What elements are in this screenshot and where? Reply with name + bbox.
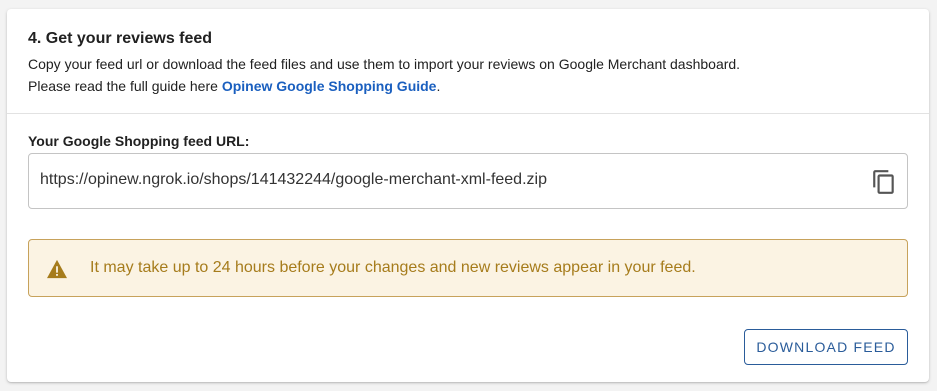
feed-url-label: Your Google Shopping feed URL: — [28, 133, 250, 149]
guide-suffix: . — [436, 78, 441, 94]
section-description: Copy your feed url or download the feed … — [28, 56, 741, 72]
feed-url-value[interactable]: https://opinew.ngrok.io/shops/141432244/… — [40, 171, 547, 189]
guide-prefix: Please read the full guide here — [28, 78, 222, 94]
section-header: 4. Get your reviews feed Copy your feed … — [7, 9, 929, 114]
reviews-feed-card: 4. Get your reviews feed Copy your feed … — [7, 9, 929, 382]
feed-url-field[interactable]: https://opinew.ngrok.io/shops/141432244/… — [28, 153, 908, 209]
section-title: 4. Get your reviews feed — [28, 30, 213, 47]
guide-description: Please read the full guide here Opinew G… — [28, 78, 440, 94]
copy-icon[interactable] — [871, 168, 897, 196]
guide-link[interactable]: Opinew Google Shopping Guide — [222, 78, 437, 94]
download-feed-button[interactable]: Download feed — [744, 329, 908, 365]
alert-message: It may take up to 24 hours before your c… — [90, 259, 696, 276]
warning-icon — [46, 259, 68, 279]
feed-delay-alert: It may take up to 24 hours before your c… — [28, 239, 908, 297]
